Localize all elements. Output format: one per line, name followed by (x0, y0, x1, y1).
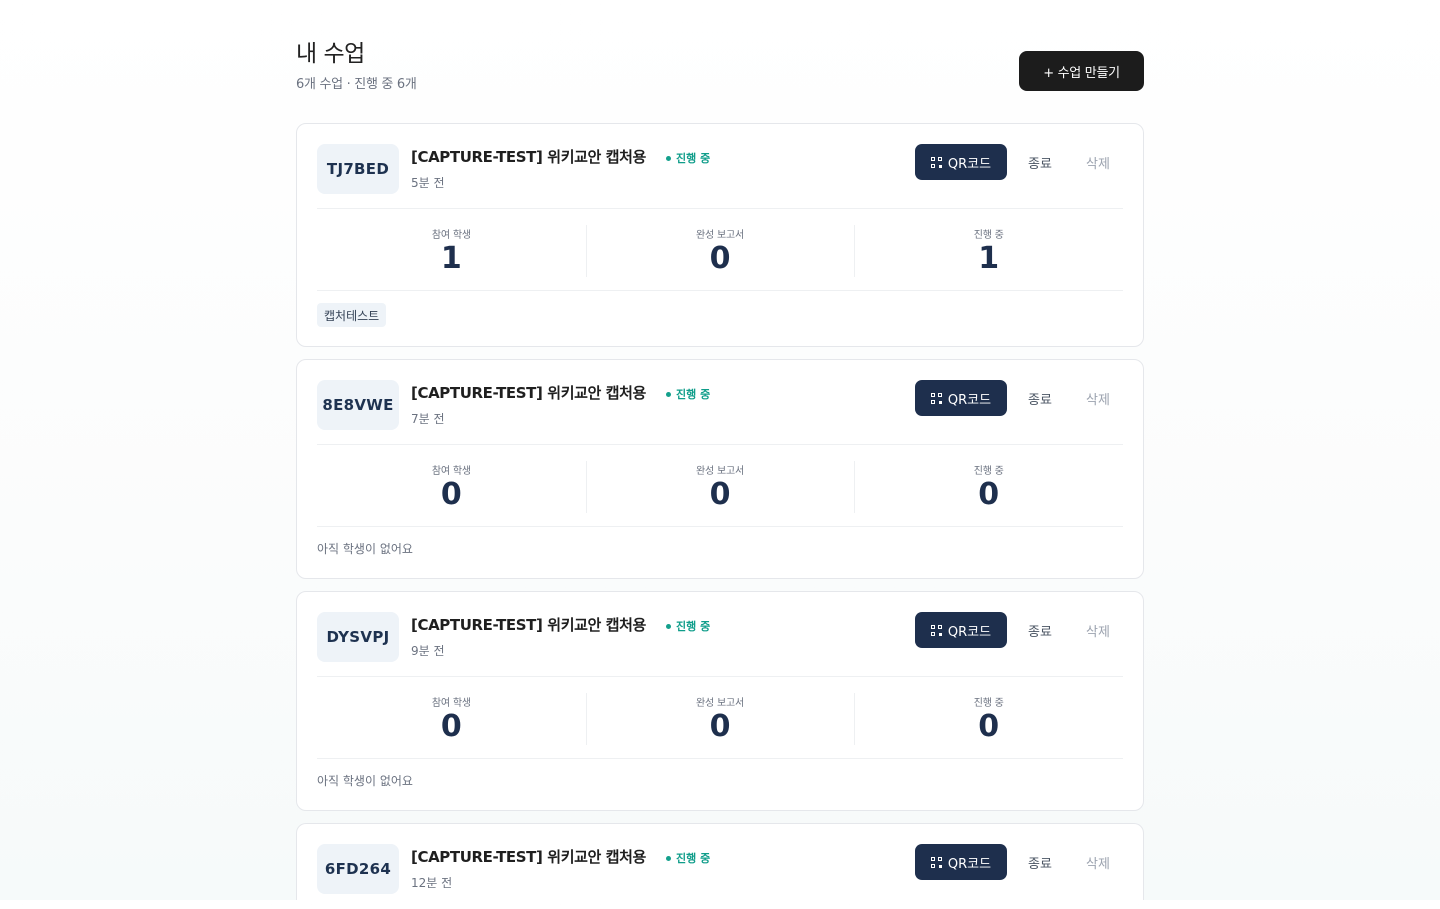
stat-completed-reports: 완성 보고서 0 (585, 209, 855, 290)
page-header: 내 수업 6개 수업 · 진행 중 6개 + 수업 만들기 (296, 0, 1144, 124)
card-header: 6FD264 [CAPTURE-TEST] 위키교안 캡처용 진행 중 12분 … (297, 824, 1143, 909)
created-time: 5분 전 (411, 176, 445, 190)
class-list-page: 내 수업 6개 수업 · 진행 중 6개 + 수업 만들기 TJ7BED [CA… (296, 0, 1144, 900)
delete-class-button[interactable]: 삭제 (1081, 380, 1115, 416)
created-time: 7분 전 (411, 412, 445, 426)
stat-label: 진행 중 (973, 466, 1004, 477)
page-subtitle: 6개 수업 · 진행 중 6개 (296, 77, 417, 92)
delete-class-button[interactable]: 삭제 (1081, 144, 1115, 180)
delete-class-button[interactable]: 삭제 (1081, 612, 1115, 648)
stat-value: 0 (709, 241, 731, 276)
class-stats: 참여 학생 0 완성 보고서 0 진행 중 0 (317, 444, 1123, 527)
qr-code-label: QR코드 (947, 392, 992, 408)
class-stats: 참여 학생 1 완성 보고서 0 진행 중 1 (317, 208, 1123, 291)
class-title[interactable]: [CAPTURE-TEST] 위키교안 캡처용 (411, 614, 646, 635)
stat-completed-reports: 완성 보고서 0 (585, 677, 855, 758)
delete-class-button[interactable]: 삭제 (1081, 844, 1115, 880)
created-time: 12분 전 (411, 876, 453, 890)
status-badge: 진행 중 (666, 618, 710, 634)
class-code-badge: DYSVPJ (317, 612, 399, 662)
stat-label: 참여 학생 (431, 466, 471, 477)
page-title: 내 수업 (296, 41, 365, 67)
qr-code-button[interactable]: QR코드 (915, 844, 1007, 880)
qr-code-button[interactable]: QR코드 (915, 380, 1007, 416)
class-card: 6FD264 [CAPTURE-TEST] 위키교안 캡처용 진행 중 12분 … (296, 823, 1144, 900)
status-label: 진행 중 (676, 852, 711, 865)
qr-code-label: QR코드 (947, 156, 992, 172)
create-class-button[interactable]: + 수업 만들기 (1019, 51, 1144, 91)
stat-label: 진행 중 (973, 698, 1004, 709)
qr-code-button[interactable]: QR코드 (915, 144, 1007, 180)
stat-in-progress: 진행 중 1 (854, 209, 1123, 290)
qr-code-label: QR코드 (947, 624, 992, 640)
status-badge: 진행 중 (666, 850, 710, 866)
class-card: TJ7BED [CAPTURE-TEST] 위키교안 캡처용 진행 중 5분 전… (296, 123, 1144, 347)
qr-code-icon (930, 624, 942, 636)
stat-label: 완성 보고서 (696, 230, 744, 241)
student-tag: 캡처테스트 (317, 303, 387, 327)
qr-code-icon (930, 156, 942, 168)
stat-value: 1 (440, 241, 462, 276)
status-badge: 진행 중 (666, 150, 710, 166)
empty-students-text: 아직 학생이 없어요 (317, 542, 413, 556)
stat-completed-reports: 완성 보고서 0 (585, 445, 855, 526)
class-title[interactable]: [CAPTURE-TEST] 위키교안 캡처용 (411, 846, 646, 867)
status-label: 진행 중 (676, 620, 711, 633)
status-dot-icon (666, 855, 671, 861)
class-stats: 참여 학생 0 완성 보고서 0 진행 중 0 (317, 676, 1123, 759)
stat-value: 0 (978, 709, 1000, 744)
stat-participants: 참여 학생 0 (317, 445, 586, 526)
class-title[interactable]: [CAPTURE-TEST] 위키교안 캡처용 (411, 146, 646, 167)
stat-value: 1 (978, 241, 1000, 276)
stat-in-progress: 진행 중 0 (854, 445, 1123, 526)
created-time: 9분 전 (411, 644, 445, 658)
stat-label: 완성 보고서 (696, 466, 744, 477)
stat-label: 참여 학생 (431, 698, 471, 709)
stat-value: 0 (440, 477, 462, 512)
card-header: DYSVPJ [CAPTURE-TEST] 위키교안 캡처용 진행 중 9분 전… (297, 592, 1143, 677)
stat-label: 진행 중 (973, 230, 1004, 241)
end-class-button[interactable]: 종료 (1023, 144, 1057, 180)
stat-value: 0 (440, 709, 462, 744)
status-label: 진행 중 (676, 388, 711, 401)
class-code-badge: 8E8VWE (317, 380, 399, 430)
status-badge: 진행 중 (666, 386, 710, 402)
stat-label: 참여 학생 (431, 230, 471, 241)
stat-label: 완성 보고서 (696, 698, 744, 709)
stat-value: 0 (709, 477, 731, 512)
stat-in-progress: 진행 중 0 (854, 677, 1123, 758)
class-card: 8E8VWE [CAPTURE-TEST] 위키교안 캡처용 진행 중 7분 전… (296, 359, 1144, 579)
stat-value: 0 (978, 477, 1000, 512)
end-class-button[interactable]: 종료 (1023, 380, 1057, 416)
empty-students-text: 아직 학생이 없어요 (317, 774, 413, 788)
end-class-button[interactable]: 종료 (1023, 612, 1057, 648)
class-code-badge: 6FD264 (317, 844, 399, 894)
qr-code-label: QR코드 (947, 856, 992, 872)
stat-value: 0 (709, 709, 731, 744)
stat-participants: 참여 학생 0 (317, 677, 586, 758)
stat-participants: 참여 학생 1 (317, 209, 586, 290)
status-dot-icon (666, 391, 671, 397)
class-title[interactable]: [CAPTURE-TEST] 위키교안 캡처용 (411, 382, 646, 403)
end-class-button[interactable]: 종료 (1023, 844, 1057, 880)
status-dot-icon (666, 623, 671, 629)
status-dot-icon (666, 155, 671, 161)
qr-code-icon (930, 392, 942, 404)
qr-code-icon (930, 856, 942, 868)
class-code-badge: TJ7BED (317, 144, 399, 194)
card-header: TJ7BED [CAPTURE-TEST] 위키교안 캡처용 진행 중 5분 전… (297, 124, 1143, 209)
qr-code-button[interactable]: QR코드 (915, 612, 1007, 648)
card-header: 8E8VWE [CAPTURE-TEST] 위키교안 캡처용 진행 중 7분 전… (297, 360, 1143, 445)
class-card: DYSVPJ [CAPTURE-TEST] 위키교안 캡처용 진행 중 9분 전… (296, 591, 1144, 811)
status-label: 진행 중 (676, 152, 711, 165)
